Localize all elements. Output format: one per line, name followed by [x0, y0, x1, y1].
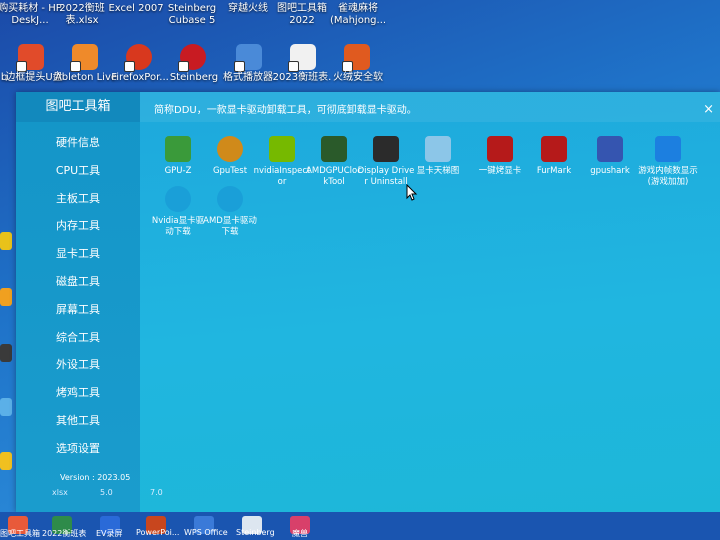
- close-icon[interactable]: ×: [703, 103, 714, 116]
- burn-gpu-icon: [487, 136, 513, 162]
- sidebar-item-motherboard[interactable]: 主板工具: [16, 185, 140, 213]
- tool-panel: 简称DDU，一款显卡驱动卸载工具，可彻底卸载显卡驱动。 × GPU-Z GpuT…: [140, 92, 720, 512]
- sidebar-item-gpu[interactable]: 显卡工具: [16, 240, 140, 268]
- desktop-under-label: 5.0: [100, 488, 113, 497]
- tool-burn-gpu[interactable]: 一键烤显卡: [470, 136, 530, 177]
- mouse-cursor-icon: [406, 184, 418, 201]
- tool-label: 游戏内帧数显示(游戏加加): [638, 166, 698, 187]
- tool-label: 一键烤显卡: [478, 166, 522, 176]
- bottom-label: PowerPoi...: [136, 528, 180, 537]
- sidebar-item-cpu[interactable]: CPU工具: [16, 157, 140, 185]
- desktop-label-mahjong[interactable]: 雀魂麻将(Mahjong...: [326, 3, 390, 27]
- sidebar-item-other[interactable]: 其他工具: [16, 407, 140, 435]
- tool-amd-clock[interactable]: AMDGPUClockTool: [304, 136, 364, 188]
- version-label: Version : 2023.05: [60, 473, 131, 482]
- sidebar-item-screen[interactable]: 屏幕工具: [16, 296, 140, 324]
- huorong-icon[interactable]: [342, 44, 370, 72]
- desktop-under-label: xlsx: [52, 488, 68, 497]
- desktop-label-huorong: 火绒安全软: [333, 72, 383, 83]
- usb-icon[interactable]: [16, 44, 44, 72]
- tool-description: 简称DDU，一款显卡驱动卸载工具，可彻底卸载显卡驱动。: [154, 105, 417, 116]
- edge-icon: [165, 186, 191, 212]
- bottom-label: EV录屏: [96, 529, 123, 538]
- tool-label: AMD显卡驱动下载: [203, 216, 257, 237]
- firefox-icon[interactable]: [124, 44, 152, 72]
- desktop-top-icons: 购买耗材 - HP DeskJ... 2022衡班表.xlsx Excel 20…: [0, 0, 720, 92]
- tool-furmark[interactable]: FurMark: [524, 136, 584, 177]
- desktop-label-cubase[interactable]: Steinberg Cubase 5: [160, 3, 224, 27]
- tool-game-plus[interactable]: 游戏内帧数显示(游戏加加): [638, 136, 698, 188]
- desktop-edge-icon[interactable]: [0, 452, 12, 470]
- bottom-desktop-row: 图吧工具箱 2022衡班表 EV录屏 PowerPoi... WPS Offic…: [0, 512, 720, 540]
- game-plus-icon: [655, 136, 681, 162]
- desktop-edge-icon[interactable]: [0, 398, 12, 416]
- gpushark-icon: [597, 136, 623, 162]
- sidebar-item-disk[interactable]: 磁盘工具: [16, 268, 140, 296]
- tuba-toolbox-window: 图吧工具箱 硬件信息 CPU工具 主板工具 内存工具 显卡工具 磁盘工具 屏幕工…: [16, 92, 720, 512]
- tool-label: gpushark: [590, 166, 630, 176]
- tool-gpu-ladder[interactable]: 显卡天梯图: [408, 136, 468, 177]
- desktop-edge-icon[interactable]: [0, 344, 12, 362]
- tool-label: FurMark: [536, 166, 572, 176]
- sidebar-item-settings[interactable]: 选项设置: [16, 435, 140, 463]
- tool-ddu[interactable]: Display Driver Uninstall: [356, 136, 416, 188]
- sidebar-item-general[interactable]: 综合工具: [16, 324, 140, 352]
- tool-label: 显卡天梯图: [416, 166, 460, 176]
- bottom-label: 图吧工具箱: [0, 529, 40, 538]
- sidebar-item-hardware-info[interactable]: 硬件信息: [16, 129, 140, 157]
- amd-clock-icon: [321, 136, 347, 162]
- furmark-icon: [541, 136, 567, 162]
- tool-label: nvidiaInspector: [253, 166, 311, 187]
- gpu-z-icon: [165, 136, 191, 162]
- sidebar-item-stress[interactable]: 烤鸡工具: [16, 379, 140, 407]
- ableton-icon[interactable]: [70, 44, 98, 72]
- desktop-label-tuba[interactable]: 图吧工具箱2022: [270, 3, 334, 27]
- excel-file-icon[interactable]: [288, 44, 316, 72]
- edge-icon: [217, 186, 243, 212]
- sidebar: 图吧工具箱 硬件信息 CPU工具 主板工具 内存工具 显卡工具 磁盘工具 屏幕工…: [16, 92, 141, 512]
- nvidia-inspector-icon: [269, 136, 295, 162]
- gputest-icon: [217, 136, 243, 162]
- bottom-label: 2022衡班表: [42, 529, 87, 538]
- tool-label: Nvidia显卡驱动下载: [151, 216, 205, 237]
- ddu-icon: [373, 136, 399, 162]
- desktop-label-excel[interactable]: Excel 2007: [104, 3, 168, 15]
- bottom-label: 魔兽: [292, 529, 308, 538]
- tool-nvidia-inspector[interactable]: nvidiaInspector: [252, 136, 312, 188]
- sidebar-item-memory[interactable]: 内存工具: [16, 212, 140, 240]
- desktop-edge-icon[interactable]: [0, 288, 12, 306]
- bottom-label: Steinberg: [236, 528, 275, 537]
- desktop-edge-icon[interactable]: [0, 232, 12, 250]
- tool-gpushark[interactable]: gpushark: [580, 136, 640, 177]
- tool-gputest[interactable]: GpuTest: [200, 136, 260, 177]
- tool-nvidia-driver-download[interactable]: Nvidia显卡驱动下载: [148, 186, 208, 238]
- desktop-left-icons: [0, 92, 16, 512]
- description-bar: 简称DDU，一款显卡驱动卸载工具，可彻底卸载显卡驱动。 ×: [140, 92, 720, 122]
- tool-gpu-z[interactable]: GPU-Z: [148, 136, 208, 177]
- bottom-label: WPS Office: [184, 528, 228, 537]
- sidebar-item-peripheral[interactable]: 外设工具: [16, 351, 140, 379]
- tool-amd-driver-download[interactable]: AMD显卡驱动下载: [200, 186, 260, 238]
- video-player-icon[interactable]: [234, 44, 262, 72]
- tool-label: AMDGPUClockTool: [306, 166, 362, 187]
- tool-label: GPU-Z: [164, 166, 192, 176]
- desktop-under-label: 7.0: [150, 488, 163, 497]
- app-title: 图吧工具箱: [16, 92, 140, 122]
- desktop-label-2023: 2023衡班表.: [272, 72, 332, 83]
- steinberg-icon[interactable]: [178, 44, 206, 72]
- tool-label: GpuTest: [212, 166, 248, 176]
- gpu-ladder-icon: [425, 136, 451, 162]
